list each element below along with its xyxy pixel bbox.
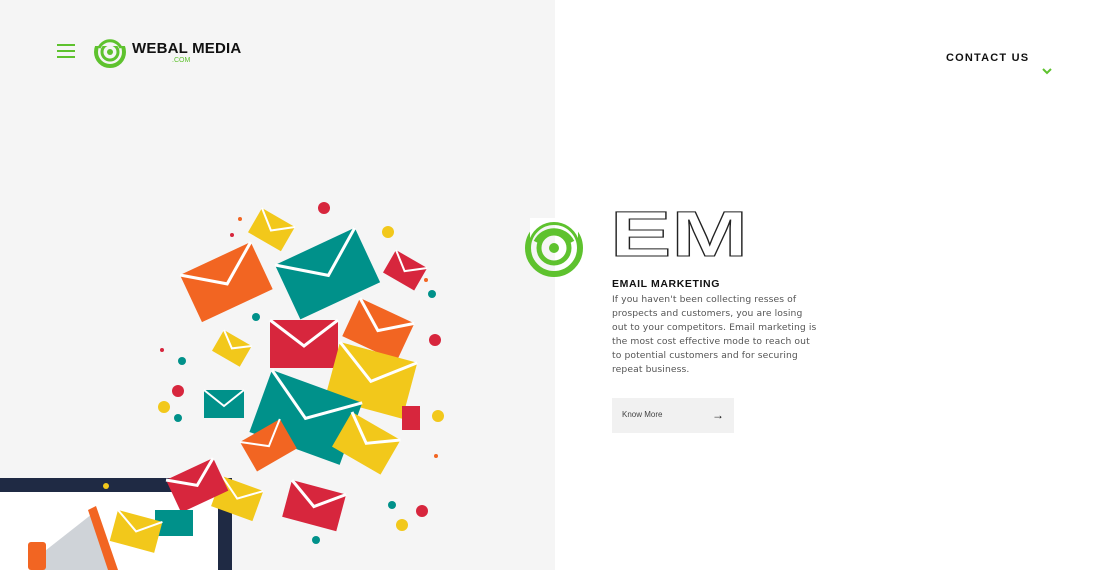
contact-us-link[interactable]: CONTACT US (946, 52, 1029, 64)
email-marketing-illustration (0, 202, 444, 570)
menu-icon[interactable] (57, 44, 75, 58)
chevron-down-icon[interactable] (1042, 67, 1052, 75)
section-title: EMAIL MARKETING (612, 278, 720, 290)
section-badge-text: EM (610, 204, 748, 264)
arrow-right-icon: → (712, 408, 724, 422)
target-logo-icon (525, 218, 583, 277)
brand-name: WEBAL MEDIA (132, 39, 242, 57)
brand-logo[interactable]: WEBAL MEDIA .COM (94, 36, 241, 68)
brand-suffix: .COM (172, 56, 191, 64)
target-logo-icon (94, 36, 126, 68)
know-more-button[interactable]: Know More → (612, 398, 734, 433)
section-description: If you haven't been collecting resses of… (612, 294, 817, 375)
section-badge: EM (610, 204, 749, 264)
know-more-label: Know More (622, 410, 663, 419)
